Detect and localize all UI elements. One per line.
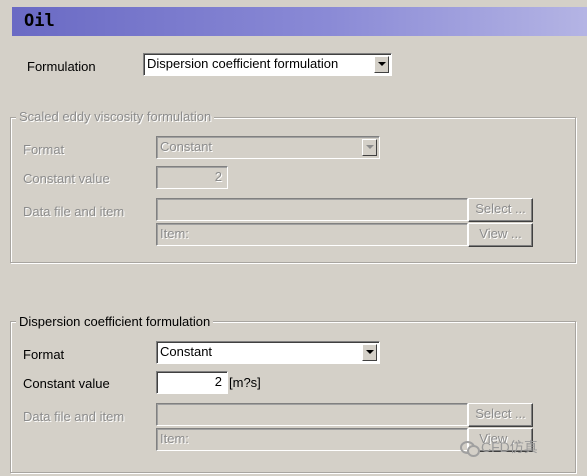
formulation-value: Dispersion coefficient formulation [147,56,339,71]
chevron-down-icon [378,62,386,66]
window-title: Oil [24,11,55,31]
dispersion-datafile-input[interactable] [156,403,468,426]
scaled-eddy-format-dropdown-button[interactable] [362,139,377,156]
dispersion-constant-input[interactable]: 2 [156,371,228,394]
chevron-down-icon [366,145,374,149]
scaled-eddy-view-button[interactable]: View ... [468,223,533,247]
formulation-dropdown[interactable]: Dispersion coefficient formulation [143,53,392,76]
scaled-eddy-constant-value: 2 [214,169,222,184]
dispersion-select-button[interactable]: Select ... [468,403,533,427]
dispersion-item-placeholder: Item: [160,431,189,446]
dispersion-legend: Dispersion coefficient formulation [16,314,214,329]
scaled-eddy-format-label: Format [23,142,65,157]
dispersion-constant-label: Constant value [23,376,110,391]
formulation-label: Formulation [27,59,96,74]
scaled-eddy-format-dropdown[interactable]: Constant [156,136,380,159]
dispersion-constant-value: 2 [214,374,222,389]
scaled-eddy-datafile-input[interactable] [156,198,468,221]
dispersion-format-dropdown-button[interactable] [362,344,377,361]
scaled-eddy-constant-input[interactable]: 2 [156,166,228,189]
watermark: CFD仿真 [460,437,538,457]
dispersion-datafile-label: Data file and item [23,409,125,424]
dispersion-item-input[interactable]: Item: [156,428,468,451]
chevron-down-icon [366,350,374,354]
dispersion-unit-label: [m?s] [229,375,261,390]
watermark-text: CFD仿真 [481,439,538,455]
title-bar: Oil [12,7,587,36]
scaled-eddy-format-value: Constant [160,139,213,154]
scaled-eddy-datafile-label: Data file and item [23,204,125,219]
wechat-icon [460,440,480,457]
scaled-eddy-item-input[interactable]: Item: [156,223,468,246]
dispersion-format-dropdown[interactable]: Constant [156,341,380,364]
scaled-eddy-select-button[interactable]: Select ... [468,198,533,222]
formulation-dropdown-button[interactable] [374,56,389,73]
dispersion-format-label: Format [23,347,65,362]
scaled-eddy-constant-label: Constant value [23,171,110,186]
scaled-eddy-legend: Scaled eddy viscosity formulation [16,109,215,124]
dispersion-format-value: Constant [160,344,213,359]
scaled-eddy-item-placeholder: Item: [160,226,189,241]
